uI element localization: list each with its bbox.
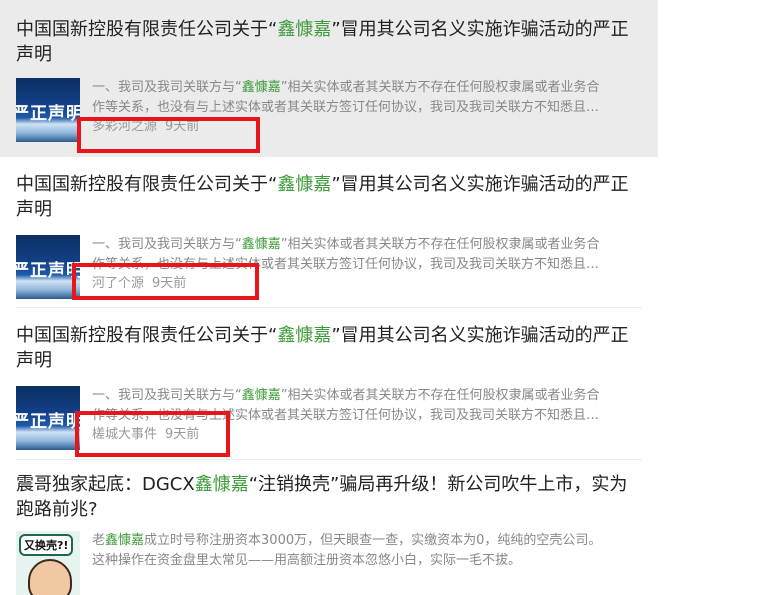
news-source[interactable]: 河了个源 [92, 276, 144, 291]
news-item[interactable]: 中国国新控股有限责任公司关于“鑫慷嘉”冒用其公司名义实施诈骗活动的严正声明 严正… [0, 157, 658, 308]
news-thumbnail[interactable]: 严正声明 [16, 78, 80, 142]
news-meta: 槎城大事件 9天前 [92, 426, 640, 444]
news-thumbnail[interactable]: 又换壳?! [16, 531, 80, 595]
news-item[interactable]: 中国国新控股有限责任公司关于“鑫慷嘉”冒用其公司名义实施诈骗活动的严正声明 严正… [0, 0, 658, 157]
news-summary: 一、我司及我司关联方与“鑫慷嘉”相关实体或者其关联方不存在任何股权隶属或者业务合… [92, 388, 600, 423]
news-source[interactable]: 槎城大事件 [92, 427, 157, 442]
keyword-highlight: 鑫慷嘉 [194, 474, 249, 495]
news-summary: 老鑫慷嘉成立时号称注册资本3000万，但天眼查一查，实缴资本为0，纯纯的空壳公司… [92, 533, 602, 568]
news-meta: 河了个源 9天前 [92, 275, 640, 293]
thumbnail-caption: 严正声明 [16, 104, 80, 124]
news-time: 9天前 [152, 276, 187, 291]
news-source[interactable]: 多彩河之源 [92, 119, 157, 134]
thumbnail-caption: 严正声明 [16, 412, 80, 432]
news-meta: 多彩河之源 9天前 [92, 118, 640, 136]
keyword-highlight: 鑫慷嘉 [277, 174, 332, 195]
news-item[interactable]: 震哥独家起底：DGCX鑫慷嘉“注销换壳”骗局再升级！新公司吹牛上市，实为跑路前兆… [0, 460, 658, 595]
news-summary: 一、我司及我司关联方与“鑫慷嘉”相关实体或者其关联方不存在任何股权隶属或者业务合… [92, 237, 600, 272]
news-title[interactable]: 中国国新控股有限责任公司关于“鑫慷嘉”冒用其公司名义实施诈骗活动的严正声明 [16, 172, 640, 222]
thumbnail-caption: 又换壳?! [19, 534, 74, 556]
news-title[interactable]: 中国国新控股有限责任公司关于“鑫慷嘉”冒用其公司名义实施诈骗活动的严正声明 [16, 323, 640, 373]
thumbnail-caption: 严正声明 [16, 261, 80, 281]
keyword-highlight: 鑫慷嘉 [277, 19, 332, 40]
news-time: 9天前 [165, 119, 200, 134]
news-time: 9天前 [165, 427, 200, 442]
cartoon-face-icon [28, 559, 72, 595]
news-title[interactable]: 中国国新控股有限责任公司关于“鑫慷嘉”冒用其公司名义实施诈骗活动的严正声明 [16, 17, 640, 67]
news-title[interactable]: 震哥独家起底：DGCX鑫慷嘉“注销换壳”骗局再升级！新公司吹牛上市，实为跑路前兆… [16, 472, 640, 522]
news-feed: 中国国新控股有限责任公司关于“鑫慷嘉”冒用其公司名义实施诈骗活动的严正声明 严正… [0, 0, 658, 595]
news-item[interactable]: 中国国新控股有限责任公司关于“鑫慷嘉”冒用其公司名义实施诈骗活动的严正声明 严正… [0, 308, 658, 460]
news-summary: 一、我司及我司关联方与“鑫慷嘉”相关实体或者其关联方不存在任何股权隶属或者业务合… [92, 80, 600, 115]
keyword-highlight: 鑫慷嘉 [277, 325, 332, 346]
news-thumbnail[interactable]: 严正声明 [16, 386, 80, 450]
news-thumbnail[interactable]: 严正声明 [16, 235, 80, 299]
